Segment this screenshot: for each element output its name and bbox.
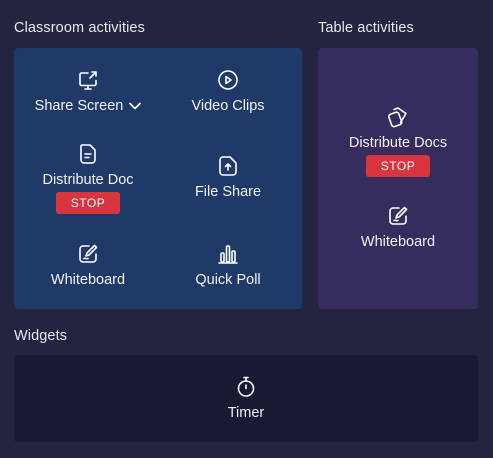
classroom-activities-panel: Share Screen Video Clips Distribute Doc … [14,48,302,309]
share-screen-text: Share Screen [34,98,124,114]
activities-panel: Classroom activities Table activities Sh… [0,0,493,458]
table-activities-panel: Distribute Docs STOP Whiteboard [318,48,478,309]
stopwatch-icon [237,376,255,397]
distribute-doc-label: Distribute Doc [42,172,134,188]
video-clips-label: Video Clips [191,98,265,114]
table-whiteboard-label: Whiteboard [360,234,436,250]
documents-icon [387,107,407,128]
share-screen-icon [79,71,97,90]
distribute-doc-tile[interactable]: Distribute Doc STOP [30,142,146,214]
widgets-title: Widgets [14,328,68,344]
document-icon [80,144,96,164]
timer-label: Timer [227,405,265,421]
share-screen-tile[interactable]: Share Screen [30,68,146,114]
whiteboard-pen-icon [389,206,408,225]
timer-tile[interactable]: Timer [196,375,296,421]
whiteboard-label: Whiteboard [50,272,126,288]
share-screen-label: Share Screen [35,98,142,114]
file-share-tile[interactable]: File Share [178,154,278,200]
chevron-down-icon[interactable] [129,102,142,110]
distribute-docs-stop-button[interactable]: STOP [366,155,430,177]
whiteboard-tile[interactable]: Whiteboard [30,242,146,288]
play-circle-icon [218,70,238,90]
widgets-panel: Timer [14,355,478,442]
whiteboard-pen-icon [79,244,98,263]
quick-poll-label: Quick Poll [195,272,261,288]
table-whiteboard-tile[interactable]: Whiteboard [318,204,478,250]
file-share-label: File Share [194,184,262,200]
distribute-docs-label: Distribute Docs [348,135,448,151]
distribute-doc-stop-button[interactable]: STOP [56,192,120,214]
video-clips-tile[interactable]: Video Clips [178,68,278,114]
file-upload-icon [219,156,237,176]
table-activities-title: Table activities [318,20,414,36]
bar-chart-icon [218,245,238,264]
quick-poll-tile[interactable]: Quick Poll [178,242,278,288]
classroom-activities-title: Classroom activities [14,20,145,36]
distribute-docs-tile[interactable]: Distribute Docs STOP [318,105,478,177]
